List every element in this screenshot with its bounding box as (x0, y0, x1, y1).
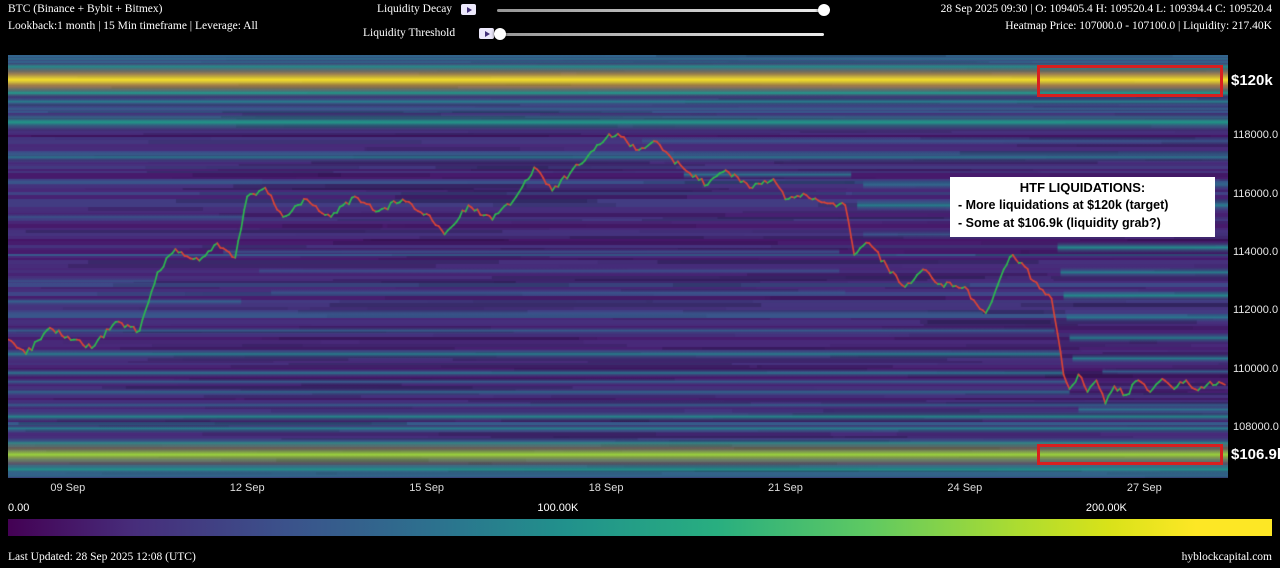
symbol-title: BTC (Binance + Bybit + Bitmex) (8, 3, 162, 15)
y-axis-label: 112000.0 (1233, 304, 1278, 316)
x-axis-label: 27 Sep (1127, 482, 1162, 494)
x-axis-label: 09 Sep (50, 482, 85, 494)
y-axis-label: 110000.0 (1233, 363, 1278, 375)
liquidity-decay-handle[interactable] (818, 4, 830, 16)
x-axis-label: 21 Sep (768, 482, 803, 494)
highlight-box (1037, 65, 1224, 97)
htf-liquidations-note: HTF LIQUIDATIONS: - More liquidations at… (950, 177, 1215, 237)
liquidity-threshold-slider[interactable] (500, 33, 824, 36)
site-link[interactable]: hyblockcapital.com (1182, 551, 1272, 563)
liquidity-decay-slider[interactable] (497, 9, 824, 12)
play-icon (467, 7, 472, 13)
liquidity-threshold-label: Liquidity Threshold (363, 27, 455, 39)
note-line: - Some at $106.9k (liquidity grab?) (958, 214, 1207, 232)
colorbar-tick-label: 200.00K (1086, 502, 1127, 514)
y-axis-label: 114000.0 (1233, 246, 1278, 258)
y-axis-label: 108000.0 (1233, 421, 1279, 433)
candle-ohlc-info: 28 Sep 2025 09:30 | O: 109405.4 H: 10952… (941, 3, 1272, 15)
note-line: - More liquidations at $120k (target) (958, 196, 1207, 214)
liquidity-threshold-icon[interactable] (479, 28, 494, 39)
liquidity-colorbar (8, 519, 1272, 536)
liquidation-heatmap-canvas[interactable] (8, 55, 1228, 478)
last-updated-text: Last Updated: 28 Sep 2025 12:08 (UTC) (8, 551, 196, 563)
liquidity-decay-label: Liquidity Decay (377, 3, 452, 15)
price-level-label: $106.9k (1231, 446, 1280, 463)
colorbar-tick-label: 100.00K (537, 502, 578, 514)
x-axis-label: 12 Sep (230, 482, 265, 494)
settings-info: Lookback:1 month | 15 Min timeframe | Le… (8, 20, 258, 32)
note-title: HTF LIQUIDATIONS: (958, 180, 1207, 195)
highlight-box (1037, 444, 1224, 465)
liquidity-decay-icon[interactable] (461, 4, 476, 15)
heatmap-chart (8, 55, 1228, 478)
liquidity-threshold-handle[interactable] (494, 28, 506, 40)
y-axis-label: 116000.0 (1233, 188, 1278, 200)
x-axis-label: 15 Sep (409, 482, 444, 494)
y-axis-label: 118000.0 (1233, 129, 1278, 141)
x-axis-label: 24 Sep (947, 482, 982, 494)
colorbar-tick-label: 0.00 (8, 502, 29, 514)
heatmap-price-info: Heatmap Price: 107000.0 - 107100.0 | Liq… (1005, 20, 1272, 32)
play-icon (485, 31, 490, 37)
x-axis-label: 18 Sep (589, 482, 624, 494)
app: BTC (Binance + Bybit + Bitmex) Lookback:… (0, 0, 1280, 568)
price-level-label: $120k (1231, 72, 1273, 89)
